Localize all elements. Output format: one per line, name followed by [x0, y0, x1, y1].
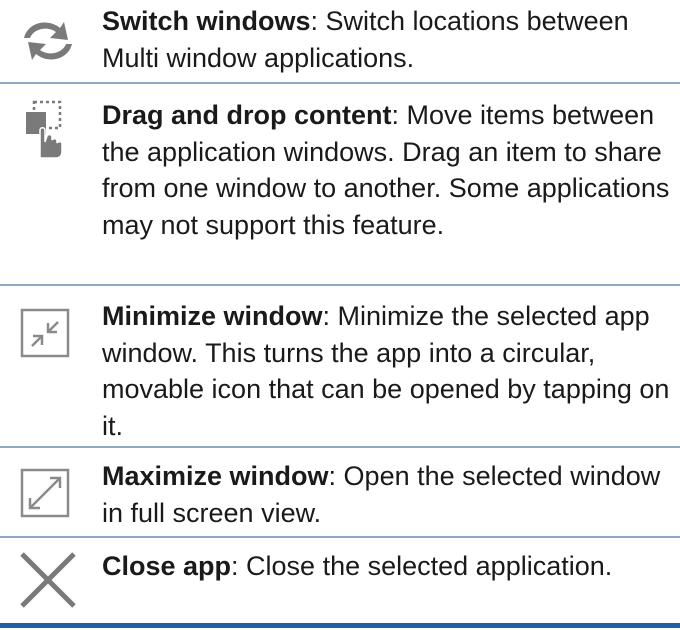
item-text: Switch windows: Switch locations between…: [102, 3, 670, 76]
item-title: Switch windows: [102, 6, 311, 36]
item-text: Maximize window: Open the selected windo…: [102, 458, 670, 531]
item-title: Drag and drop content: [102, 100, 392, 130]
drag-and-drop-icon: [18, 100, 78, 160]
list-item-maximize-window: Maximize window: Open the selected windo…: [0, 448, 680, 538]
maximize-window-icon: [18, 466, 78, 526]
multi-window-options-list: Switch windows: Switch locations between…: [0, 0, 680, 628]
list-item-drag-and-drop: Drag and drop content: Move items betwee…: [0, 84, 680, 286]
list-item-close-app: Close app: Close the selected applicatio…: [0, 538, 680, 628]
minimize-window-icon: [18, 304, 78, 364]
item-description: : Close the selected application.: [231, 551, 613, 581]
item-title: Maximize window: [102, 461, 329, 491]
item-title: Minimize window: [102, 301, 323, 331]
list-item-switch-windows: Switch windows: Switch locations between…: [0, 0, 680, 84]
item-title: Close app: [102, 551, 232, 581]
switch-windows-icon: [18, 12, 78, 72]
item-text: Close app: Close the selected applicatio…: [102, 548, 670, 585]
close-icon: [18, 550, 78, 610]
list-item-minimize-window: Minimize window: Minimize the selected a…: [0, 286, 680, 448]
item-text: Drag and drop content: Move items betwee…: [102, 97, 670, 243]
item-text: Minimize window: Minimize the selected a…: [102, 298, 670, 444]
